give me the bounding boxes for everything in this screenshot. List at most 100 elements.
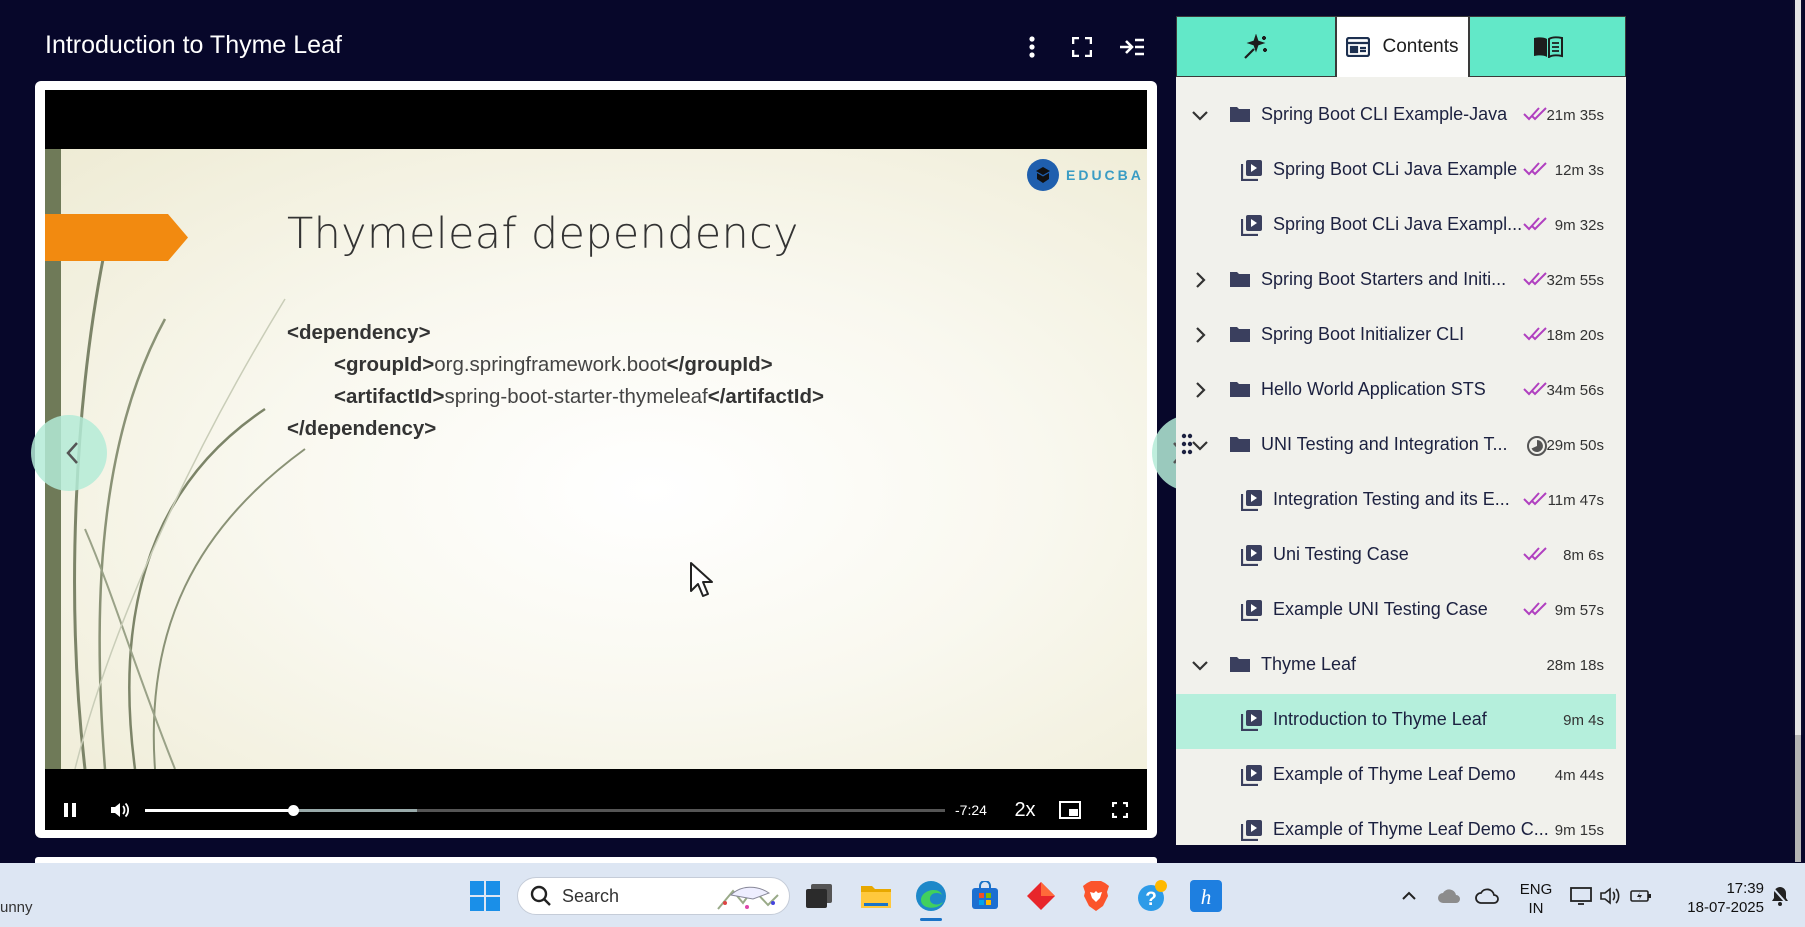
taskbar-search[interactable]: Search: [517, 877, 790, 915]
fullscreen-icon: [1112, 802, 1128, 818]
row-label: Spring Boot Initializer CLI: [1261, 324, 1465, 344]
tab-ai-assistant[interactable]: [1176, 16, 1336, 77]
page-scrollbar-thumb[interactable]: [1795, 0, 1801, 735]
code-line-4: </dependency>: [287, 417, 437, 440]
search-highlight-icon: [717, 886, 779, 910]
volume-tray-button[interactable]: [1596, 877, 1626, 915]
chevron-right-icon[interactable]: [1190, 325, 1210, 345]
onedrive-button[interactable]: [1468, 877, 1506, 915]
cloud-storage-button[interactable]: [1430, 877, 1468, 915]
focus-mode-button[interactable]: [1065, 30, 1099, 64]
chevron-down-icon[interactable]: [1190, 655, 1210, 675]
lesson-row[interactable]: Introduction to Thyme Leaf 9m 4s: [1176, 694, 1616, 749]
row-duration: 9m 4s: [1563, 712, 1604, 729]
clock[interactable]: 17:39 18-07-2025: [1668, 879, 1764, 917]
chevron-right-icon[interactable]: [1190, 380, 1210, 400]
lesson-row[interactable]: Integration Testing and its E... 11m 47s: [1176, 474, 1616, 529]
playback-speed-button[interactable]: 2x: [1005, 790, 1045, 830]
lesson-row[interactable]: Example of Thyme Leaf Demo C... 9m 15s: [1176, 804, 1616, 845]
speaker-icon: [1600, 887, 1620, 905]
previous-lesson-button[interactable]: [31, 415, 107, 491]
course-sidebar: Contents Spring Boot CLI Example-Java 21m…: [1176, 16, 1626, 845]
video-frame[interactable]: EDUCBA Thymeleaf dependency <dependency>…: [45, 90, 1147, 830]
section-row[interactable]: Spring Boot CLI Example-Java 21m 35s: [1176, 89, 1616, 144]
tab-notes[interactable]: [1469, 16, 1626, 77]
code-line-3: <artifactId>spring-boot-starter-thymelea…: [334, 385, 824, 408]
progress-handle[interactable]: [288, 805, 299, 816]
row-label: UNI Testing and Integration T...: [1261, 434, 1508, 454]
lesson-row[interactable]: Spring Boot CLi Java Example 12m 3s: [1176, 144, 1616, 199]
pause-button[interactable]: [55, 790, 85, 830]
section-row[interactable]: UNI Testing and Integration T... 29m 50s: [1176, 419, 1616, 474]
row-duration: 8m 6s: [1563, 547, 1604, 564]
row-duration: 32m 55s: [1546, 272, 1604, 289]
svg-text:h: h: [1201, 885, 1212, 909]
file-explorer-icon: [861, 886, 891, 908]
volume-icon: [111, 802, 130, 818]
section-row[interactable]: Hello World Application STS 34m 56s: [1176, 364, 1616, 419]
clock-time: 17:39: [1726, 880, 1764, 897]
slide-content: EDUCBA Thymeleaf dependency <dependency>…: [45, 149, 1147, 769]
network-button[interactable]: [1566, 877, 1596, 915]
row-label: Spring Boot CLi Java Example: [1273, 159, 1518, 179]
h-app-button[interactable]: h: [1187, 877, 1225, 915]
file-explorer-button[interactable]: [857, 877, 895, 915]
edge-browser-button[interactable]: [912, 877, 950, 921]
brave-browser-icon: [1083, 881, 1109, 911]
folder-icon: [1229, 380, 1251, 403]
section-row[interactable]: Thyme Leaf 28m 18s: [1176, 639, 1616, 694]
chevron-right-icon[interactable]: [1190, 270, 1210, 290]
row-label: Hello World Application STS: [1261, 379, 1486, 399]
language-indicator[interactable]: ENG IN: [1516, 880, 1556, 918]
task-view-button[interactable]: [800, 877, 838, 915]
lesson-row[interactable]: Spring Boot CLi Java Exampl... 9m 32s: [1176, 199, 1616, 254]
folder-icon: [1229, 655, 1251, 678]
row-duration: 9m 32s: [1554, 217, 1604, 234]
row-duration: 29m 50s: [1546, 437, 1604, 454]
picture-in-picture-button[interactable]: [1055, 790, 1085, 830]
notification-bell-icon: [1771, 886, 1789, 906]
lesson-row[interactable]: Uni Testing Case 8m 6s: [1176, 529, 1616, 584]
partial-progress-icon: [1526, 435, 1548, 462]
section-row[interactable]: Spring Boot Starters and Initi... 32m 55s: [1176, 254, 1616, 309]
volume-button[interactable]: [105, 790, 135, 830]
tab-contents-label: Contents: [1382, 36, 1459, 57]
progress-bar[interactable]: [145, 805, 945, 816]
row-duration: 12m 3s: [1554, 162, 1604, 179]
row-label: Thyme Leaf: [1261, 654, 1357, 674]
mouse-cursor-icon: [690, 562, 713, 597]
chevron-down-icon[interactable]: [1190, 105, 1210, 125]
microsoft-store-icon: [972, 881, 998, 909]
collapse-sidebar-button[interactable]: [1115, 30, 1149, 64]
fullscreen-button[interactable]: [1105, 790, 1135, 830]
weather-widget-text[interactable]: unny: [0, 899, 33, 916]
search-icon: [530, 885, 551, 906]
lesson-row[interactable]: Example of Thyme Leaf Demo 4m 44s: [1176, 749, 1616, 804]
windows-start-button[interactable]: [466, 877, 504, 915]
chevron-left-icon: [66, 442, 78, 464]
expand-icon: [1072, 37, 1092, 57]
microsoft-store-button[interactable]: [966, 877, 1004, 915]
row-duration: 9m 57s: [1554, 602, 1604, 619]
show-hidden-icons-button[interactable]: [1389, 877, 1429, 915]
help-button[interactable]: ?: [1133, 877, 1171, 915]
onedrive-icon: [1475, 888, 1499, 904]
lesson-row[interactable]: Example UNI Testing Case 9m 57s: [1176, 584, 1616, 639]
more-vertical-icon: [1029, 36, 1035, 58]
logo-text: EDUCBA: [1066, 167, 1144, 183]
lesson-title: Introduction to Thyme Leaf: [45, 31, 342, 59]
section-row[interactable]: Spring Boot Initializer CLI 18m 20s: [1176, 309, 1616, 364]
language-code: ENG: [1519, 881, 1553, 898]
windows-taskbar: unny Search ? h ENG IN 17:39 18-07-2025: [0, 863, 1805, 927]
battery-button[interactable]: [1626, 877, 1656, 915]
video-lesson-icon: [1240, 764, 1263, 791]
brave-browser-button[interactable]: [1077, 877, 1115, 915]
more-options-button[interactable]: [1015, 30, 1049, 64]
chevron-down-icon[interactable]: [1190, 435, 1210, 455]
notifications-button[interactable]: [1762, 877, 1798, 915]
tab-contents[interactable]: Contents: [1336, 16, 1469, 77]
red-app-button[interactable]: [1022, 877, 1060, 915]
completed-check-icon: [1523, 161, 1549, 182]
row-label: Uni Testing Case: [1273, 544, 1409, 564]
completed-check-icon: [1523, 216, 1549, 237]
